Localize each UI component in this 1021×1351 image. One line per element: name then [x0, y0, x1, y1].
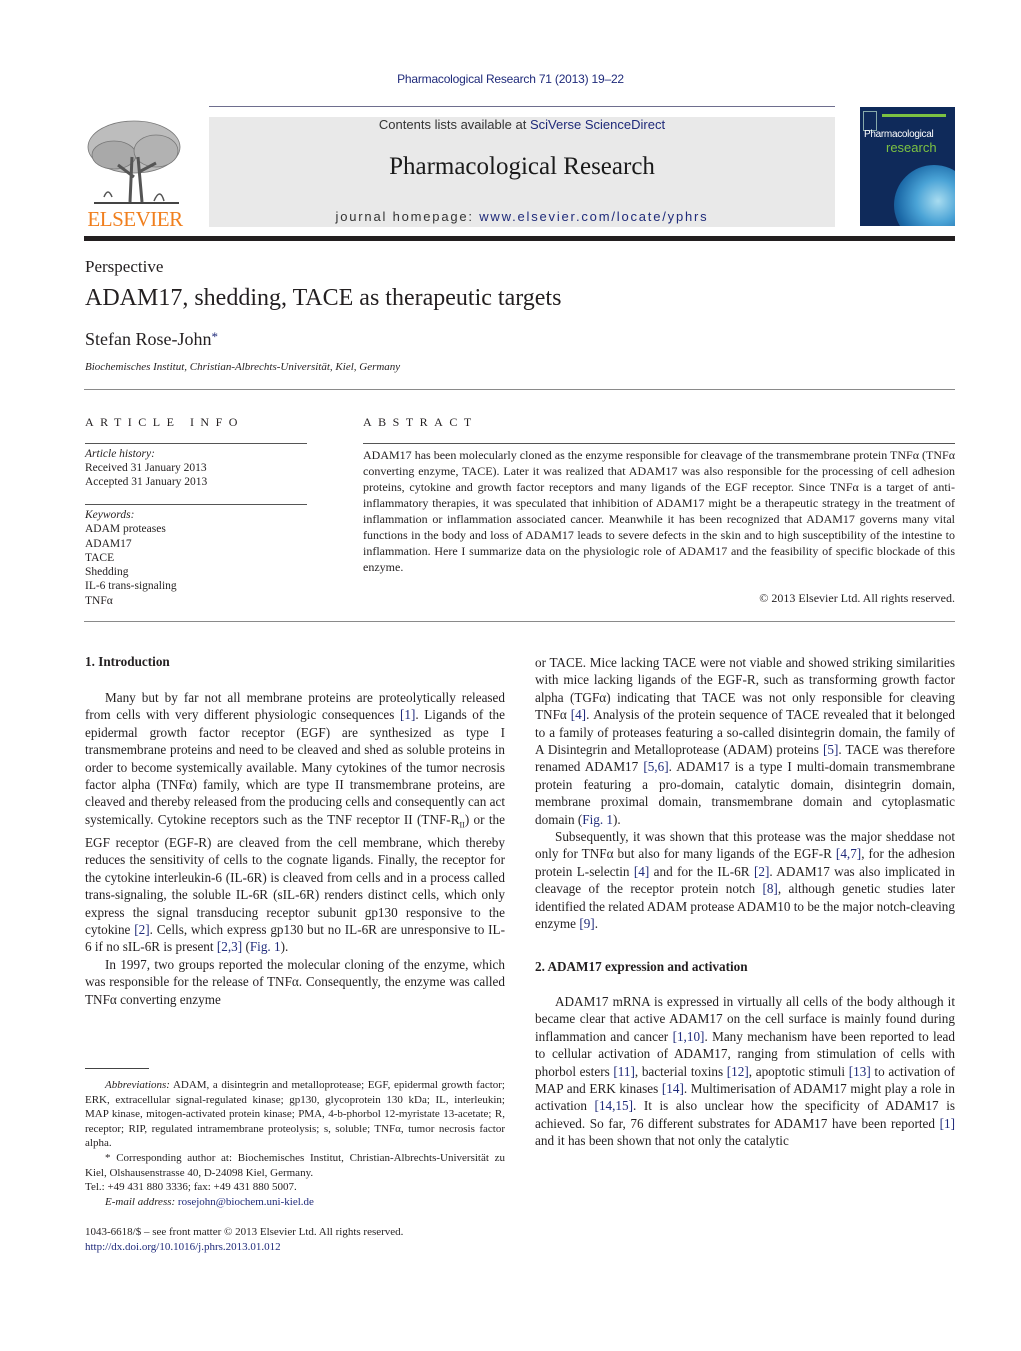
text-run: ( — [242, 939, 250, 955]
abbreviations-label: Abbreviations: — [105, 1079, 170, 1091]
section-heading-introduction: 1. Introduction — [85, 654, 170, 669]
corresponding-author-footnote: * Corresponding author at: Biochemisches… — [85, 1151, 505, 1179]
journal-homepage-link[interactable]: www.elsevier.com/locate/yphrs — [479, 209, 708, 224]
citation-link[interactable]: [8] — [762, 881, 777, 896]
doi-link[interactable]: http://dx.doi.org/10.1016/j.phrs.2013.01… — [85, 1240, 505, 1255]
keyword-item: ADAM proteases — [85, 523, 166, 536]
article-title: ADAM17, shedding, TACE as therapeutic ta… — [85, 285, 562, 311]
citation-link[interactable]: [2,3] — [217, 939, 242, 954]
header-thick-rule — [84, 236, 955, 241]
citation-link[interactable]: [11] — [613, 1064, 634, 1079]
journal-name: Pharmacological Research — [389, 153, 655, 180]
sciencedirect-link[interactable]: SciVerse ScienceDirect — [530, 117, 665, 132]
figure-link[interactable]: Fig. 1 — [582, 812, 613, 827]
citation-link[interactable]: [4] — [571, 707, 586, 722]
article-info-heading: ARTICLE INFO — [85, 415, 244, 429]
keyword-item: TACE — [85, 551, 115, 564]
author-name[interactable]: Stefan Rose-John — [85, 329, 211, 349]
abstract-copyright: © 2013 Elsevier Ltd. All rights reserved… — [759, 591, 955, 605]
citation-link[interactable]: [13] — [849, 1064, 871, 1079]
author-line: Stefan Rose-John* — [85, 329, 218, 350]
keyword-item: ADAM17 — [85, 537, 132, 550]
citation-link[interactable]: [5,6] — [643, 759, 668, 774]
body-column-left: Many but by far not all membrane protein… — [85, 689, 505, 1008]
text-run: , apoptotic stimuli — [748, 1063, 849, 1079]
abstract-rule — [363, 443, 955, 444]
cover-accent-bar — [882, 114, 946, 117]
keyword-item: Shedding — [85, 566, 129, 579]
accepted-date: Accepted 31 January 2013 — [85, 476, 208, 489]
text-run: ). — [613, 811, 621, 827]
text-run: ) or the EGF receptor (EGF-R) are cleave… — [85, 811, 505, 937]
abbreviations-footnote: Abbreviations: ADAM, a disintegrin and m… — [85, 1078, 505, 1151]
phone-fax-line: Tel.: +49 431 880 3336; fax: +49 431 880… — [85, 1181, 297, 1194]
journal-masthead: Contents lists available at SciVerse Sci… — [209, 117, 835, 227]
text-run: , bacterial toxins — [634, 1063, 727, 1079]
right-paragraph-1: or TACE. Mice lacking TACE were not viab… — [535, 654, 955, 828]
text-run: and for the IL-6R — [649, 863, 754, 879]
homepage-prefix: journal homepage: — [335, 209, 480, 224]
figure-link[interactable]: Fig. 1 — [250, 939, 281, 954]
citation-link[interactable]: [1] — [940, 1116, 955, 1131]
footnotes: Abbreviations: ADAM, a disintegrin and m… — [85, 1078, 505, 1209]
footnote-rule — [85, 1068, 149, 1069]
article-type: Perspective — [85, 257, 164, 276]
keywords-rule — [85, 504, 307, 505]
issn-line: 1043-6618/$ – see front matter © 2013 El… — [85, 1226, 404, 1238]
header-rule — [209, 106, 835, 107]
citation-link[interactable]: [14] — [662, 1081, 684, 1096]
keywords-list: Keywords: ADAM proteases ADAM17 TACE She… — [85, 508, 177, 608]
citation-link[interactable]: [1] — [400, 707, 415, 722]
keywords-label: Keywords: — [85, 509, 135, 521]
email-line: E-mail address: rosejohn@biochem.uni-kie… — [85, 1195, 505, 1210]
body-column-right: or TACE. Mice lacking TACE were not viab… — [535, 654, 955, 1150]
citation-link[interactable]: [2] — [134, 922, 149, 937]
cover-publisher-logo-icon — [863, 111, 877, 131]
author-affiliation: Biochemisches Institut, Christian-Albrec… — [85, 361, 401, 373]
elsevier-wordmark[interactable]: ELSEVIER — [84, 207, 186, 232]
journal-citation[interactable]: Pharmacological Research 71 (2013) 19–22 — [0, 72, 1021, 86]
text-run: ). — [280, 939, 289, 955]
email-link[interactable]: rosejohn@biochem.uni-kiel.de — [178, 1196, 314, 1208]
abstract-text: ADAM17 has been molecularly cloned as th… — [363, 448, 955, 574]
received-date: Received 31 January 2013 — [85, 462, 207, 475]
journal-homepage-line: journal homepage: www.elsevier.com/locat… — [209, 209, 835, 224]
abstract-heading: ABSTRACT — [363, 415, 478, 429]
citation-link[interactable]: [5] — [823, 742, 838, 757]
text-run: . Ligands of the epidermal growth factor… — [85, 707, 505, 827]
article-info-rule — [85, 443, 307, 444]
intro-paragraph-2: In 1997, two groups reported the molecul… — [85, 956, 505, 1007]
title-rule — [84, 389, 955, 390]
text-run: . — [594, 916, 598, 932]
history-label: Article history: — [85, 448, 155, 460]
front-matter: 1043-6618/$ – see front matter © 2013 El… — [85, 1225, 505, 1255]
cover-title-line2: research — [886, 140, 937, 155]
keyword-item: TNFα — [85, 594, 113, 607]
citation-link[interactable]: [14,15] — [595, 1098, 633, 1113]
citation-link[interactable]: [12] — [727, 1064, 749, 1079]
citation-link[interactable]: [4,7] — [836, 846, 861, 861]
citation-link[interactable]: [1,10] — [673, 1029, 705, 1044]
abstract-bottom-rule — [84, 621, 955, 622]
email-label: E-mail address: — [105, 1195, 176, 1208]
article-history: Article history: Received 31 January 201… — [85, 447, 207, 490]
section-heading-expression: 2. ADAM17 expression and activation — [535, 958, 748, 974]
right-paragraph-2: Subsequently, it was shown that this pro… — [535, 828, 955, 932]
text-run: and it has been shown that not only the … — [535, 1133, 789, 1149]
citation-link[interactable]: [4] — [634, 864, 649, 879]
cover-title-line1: Pharmacological — [864, 129, 934, 140]
contents-prefix: Contents lists available at — [378, 117, 530, 132]
citation-link[interactable]: [2] — [754, 864, 769, 879]
corresponding-author-mark[interactable]: * — [211, 329, 218, 344]
journal-cover-thumbnail[interactable]: Pharmacological research — [860, 107, 955, 226]
cover-image — [894, 165, 955, 226]
citation-link[interactable]: [9] — [579, 916, 594, 931]
section2-paragraph-1: ADAM17 mRNA is expressed in virtually al… — [535, 993, 955, 1150]
keyword-item: IL-6 trans-signaling — [85, 580, 177, 593]
contents-available-line: Contents lists available at SciVerse Sci… — [209, 117, 835, 132]
intro-paragraph-1: Many but by far not all membrane protein… — [85, 689, 505, 956]
